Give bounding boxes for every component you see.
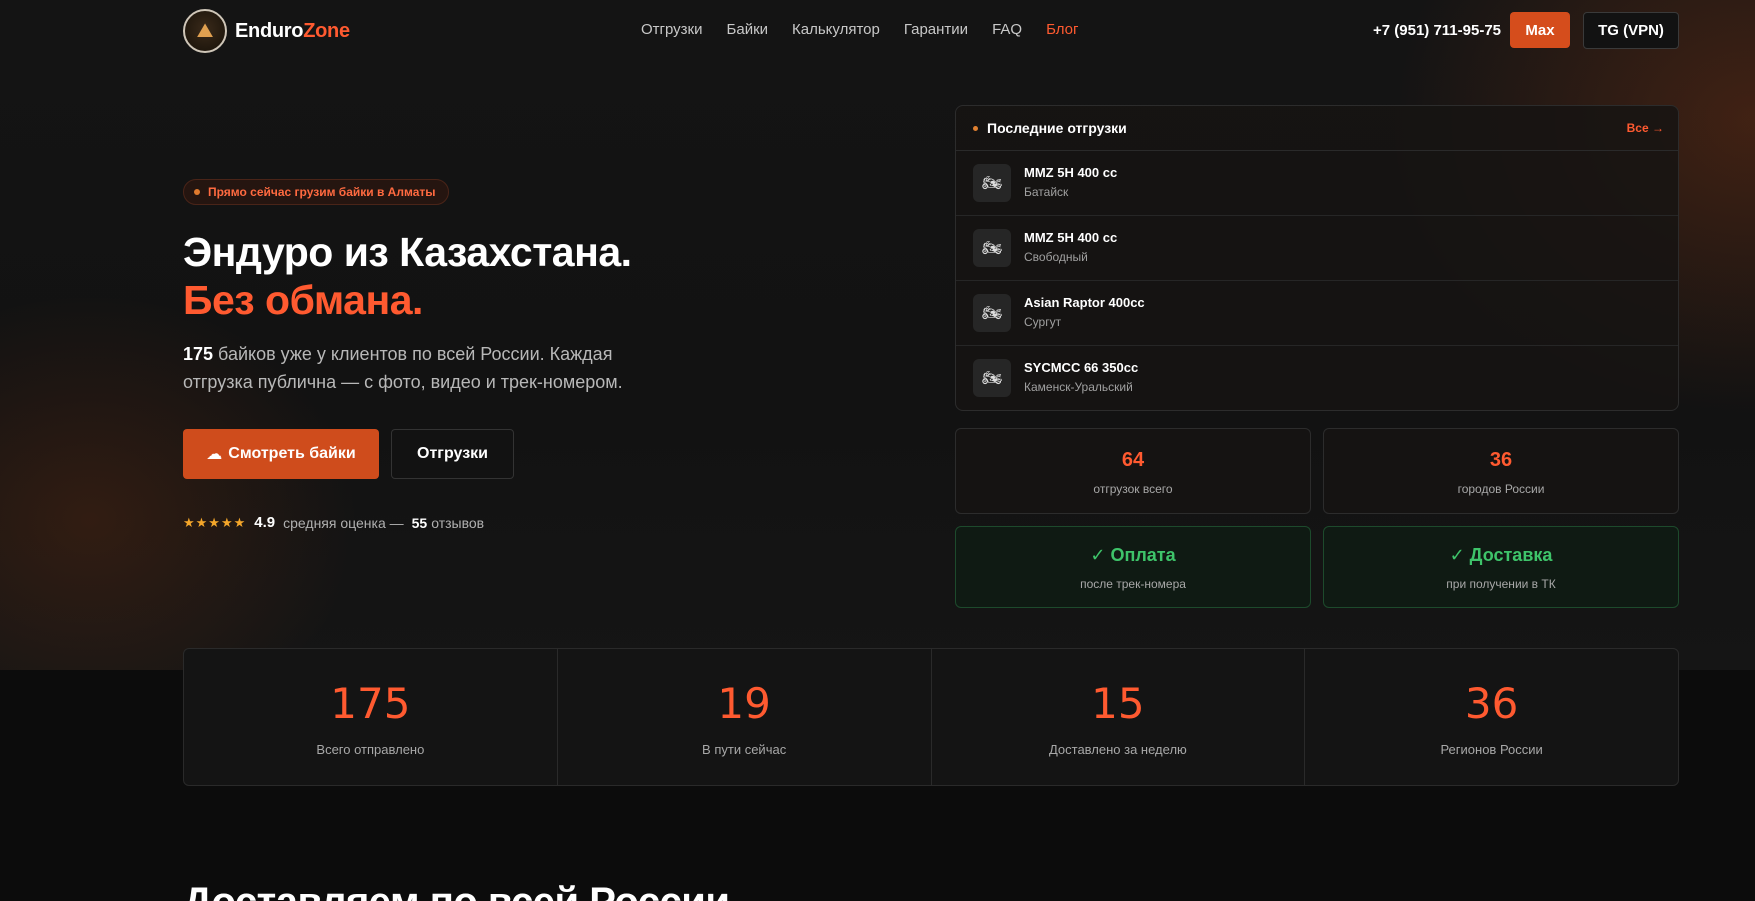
nav-item-bikes[interactable]: Байки [727, 21, 769, 38]
nav-item-shipments[interactable]: Отгрузки [641, 21, 703, 38]
stat-in-transit: 19 В пути сейчас [558, 649, 932, 785]
rating-score: 4.9 [254, 514, 276, 531]
logo[interactable]: ⛰ EnduroZone [183, 9, 350, 53]
motorcycle-icon: 🏍 [973, 229, 1011, 267]
delivery-card: ✓ Доставка при получении в ТК [1323, 526, 1679, 608]
main-nav: Отгрузки Байки Калькулятор Гарантии FAQ … [641, 21, 1079, 38]
list-item[interactable]: 🏍 Asian Raptor 400cc Сургут [956, 281, 1678, 346]
site-header: ⛰ EnduroZone Отгрузки Байки Калькулятор … [183, 9, 1679, 53]
all-shipments-link[interactable]: Все → [1627, 121, 1664, 135]
nav-item-guarantees[interactable]: Гарантии [904, 21, 968, 38]
phone-link[interactable]: +7 (951) 711-95-75 [1373, 22, 1501, 39]
cloud-icon: ☁ [206, 446, 223, 463]
hero-title-line1: Эндуро из Казахстана. [183, 229, 632, 275]
telegram-button[interactable]: TG (VPN) [1583, 12, 1679, 49]
live-status-text: Прямо сейчас грузим байки в Алматы [208, 185, 436, 199]
logo-emblem-icon: ⛰ [183, 9, 227, 53]
stats-strip: 175 Всего отправлено 19 В пути сейчас 15… [183, 648, 1679, 786]
shipments-button[interactable]: Отгрузки [391, 429, 514, 479]
motorcycle-icon: 🏍 [973, 164, 1011, 202]
stat-delivered-week: 15 Доставлено за неделю [932, 649, 1306, 785]
live-status-badge: Прямо сейчас грузим байки в Алматы [183, 179, 449, 205]
nav-item-blog[interactable]: Блог [1046, 21, 1078, 38]
bikes-count: 175 [183, 344, 214, 364]
nav-item-calculator[interactable]: Калькулятор [792, 21, 880, 38]
reviews-count: 55 [411, 514, 428, 531]
payment-card: ✓ Оплата после трек-номера [955, 526, 1311, 608]
latest-shipments-header: Последние отгрузки Все → [956, 106, 1678, 151]
cities-card: 36 городов России [1323, 428, 1679, 514]
view-bikes-button[interactable]: ☁ Смотреть байки [183, 429, 379, 479]
total-shipments-card: 64 отгрузок всего [955, 428, 1311, 514]
star-rating-icon: ★★★★★ [183, 514, 247, 530]
latest-shipments-title: Последние отгрузки [987, 120, 1127, 136]
hero-title: Эндуро из Казахстана. Без обмана. [183, 228, 632, 324]
list-item[interactable]: 🏍 MMZ 5H 400 cc Батайск [956, 151, 1678, 216]
stat-total-sent: 175 Всего отправлено [184, 649, 558, 785]
list-item[interactable]: 🏍 MMZ 5H 400 cc Свободный [956, 216, 1678, 281]
status-dot-icon [973, 126, 978, 131]
motorcycle-icon: 🏍 [973, 294, 1011, 332]
motorcycle-icon: 🏍 [973, 359, 1011, 397]
hero-description: 175 байков уже у клиентов по всей России… [183, 344, 623, 392]
live-dot-icon [194, 189, 200, 195]
latest-shipments-panel: Последние отгрузки Все → 🏍 MMZ 5H 400 cc… [955, 105, 1679, 411]
stat-regions: 36 Регионов России [1440, 679, 1543, 757]
list-item[interactable]: 🏍 SYCMCC 66 350cc Каменск-Уральский [956, 346, 1678, 410]
nav-item-faq[interactable]: FAQ [992, 21, 1022, 38]
max-button[interactable]: Max [1510, 12, 1570, 48]
hero-title-line2: Без обмана. [183, 277, 423, 323]
rating-summary: ★★★★★ 4.9 средняя оценка — 55 отзывов [183, 514, 485, 531]
logo-text: EnduroZone [235, 19, 350, 42]
section-title: Доставляем по всей России [183, 880, 730, 901]
